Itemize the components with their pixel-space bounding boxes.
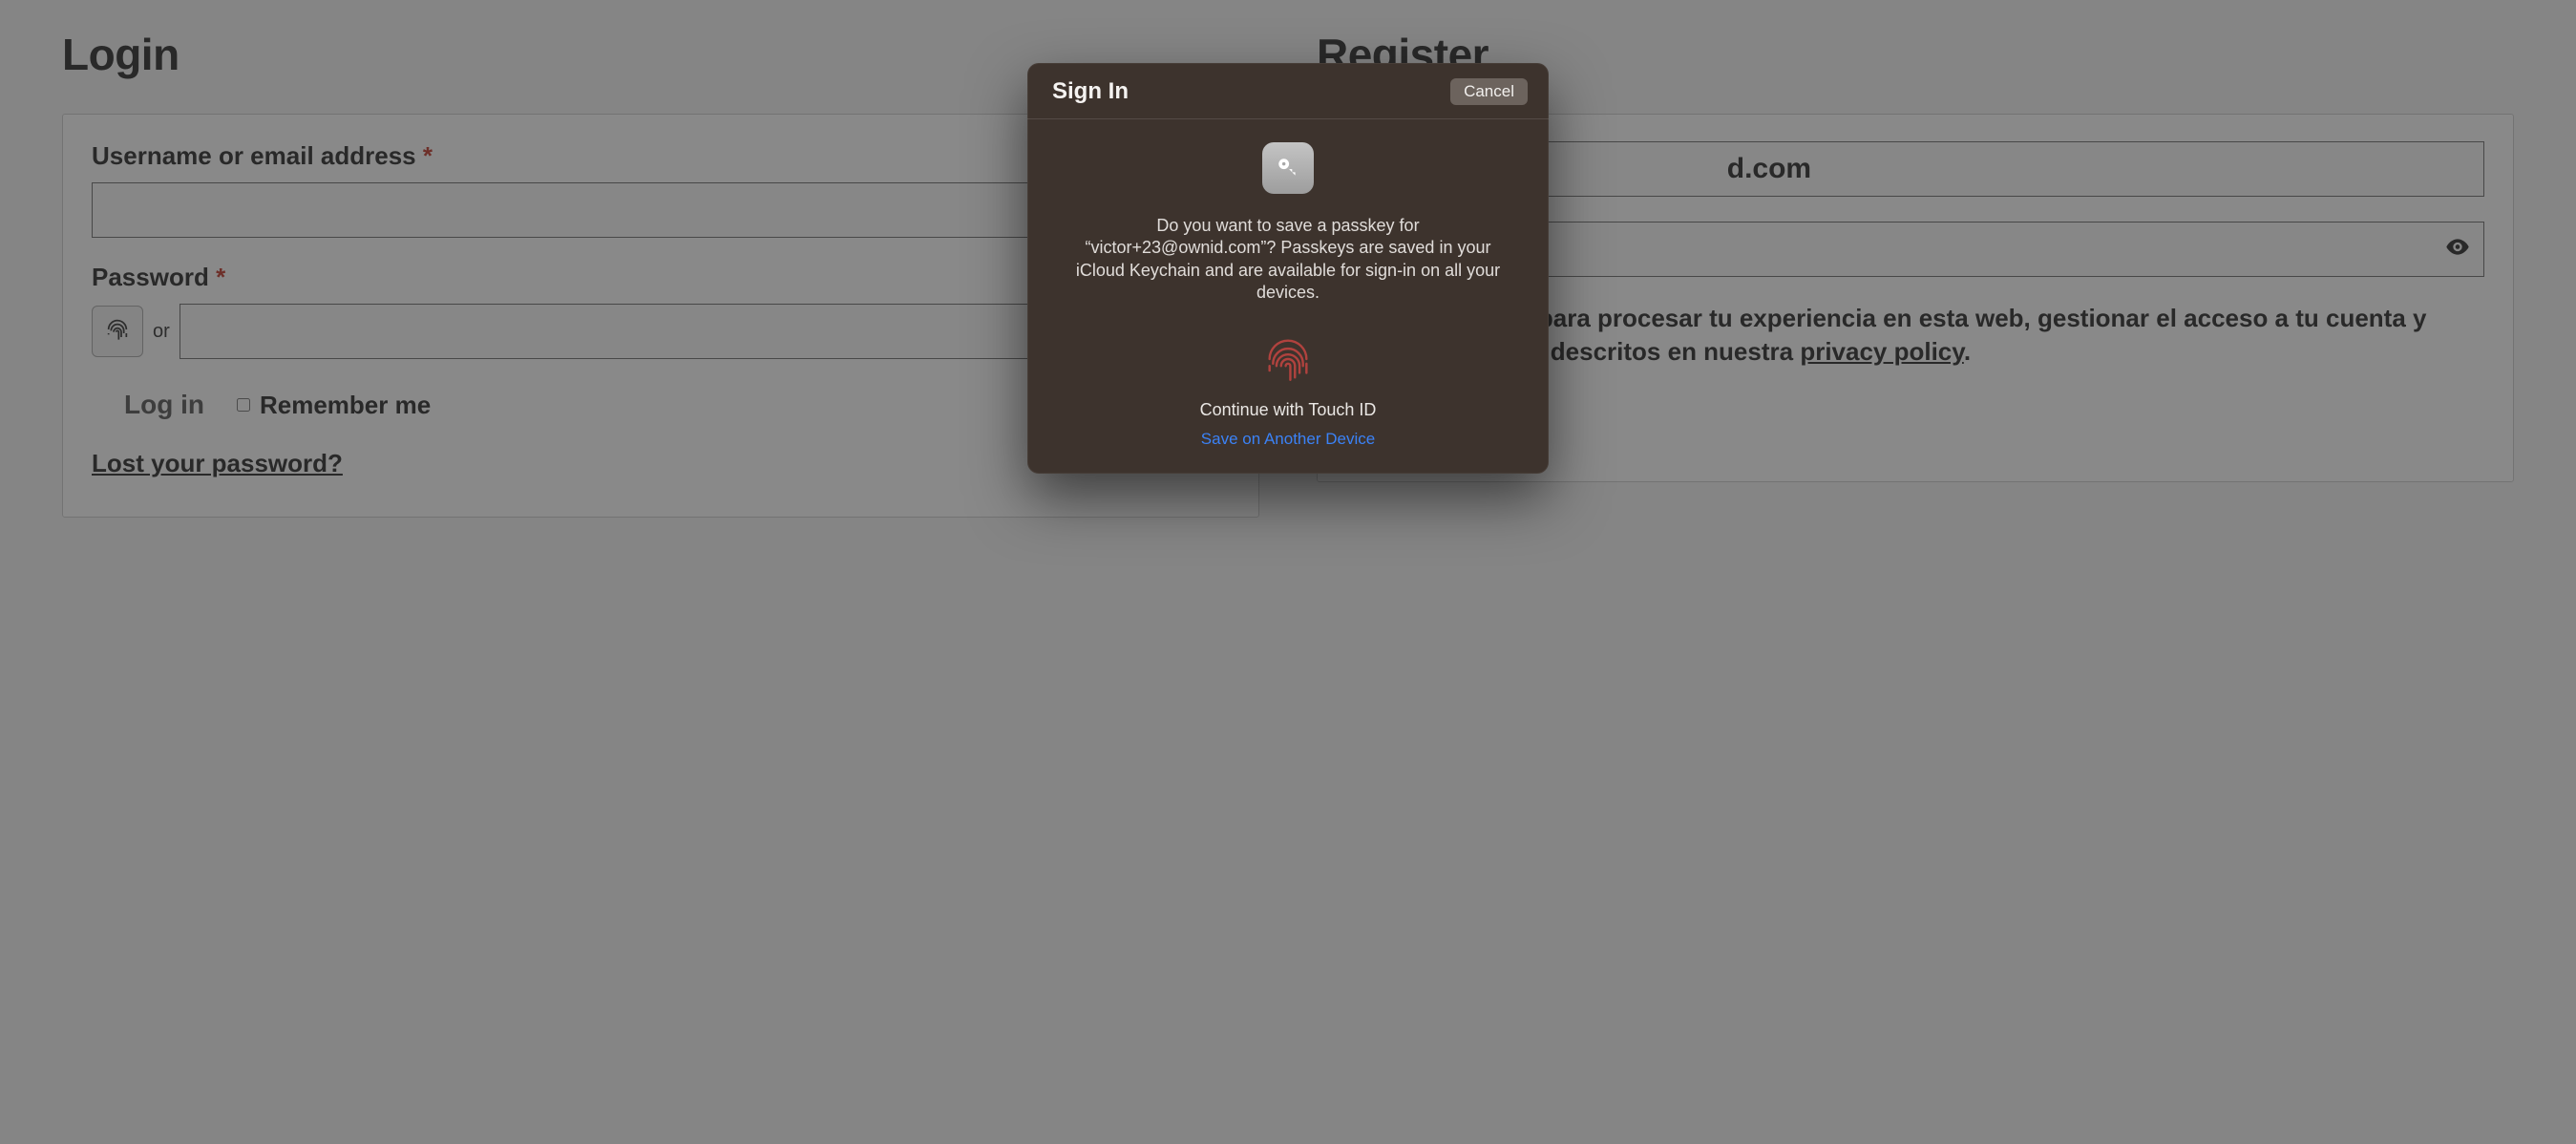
modal-body: Do you want to save a passkey for “victo…	[1027, 119, 1549, 474]
touchid-icon[interactable]	[1260, 331, 1316, 387]
modal-title: Sign In	[1052, 78, 1129, 105]
modal-header: Sign In Cancel	[1027, 63, 1549, 119]
key-icon	[1262, 142, 1314, 194]
save-another-device-link[interactable]: Save on Another Device	[1201, 430, 1375, 449]
cancel-button[interactable]: Cancel	[1450, 78, 1528, 105]
continue-touchid-label: Continue with Touch ID	[1052, 400, 1524, 420]
modal-message: Do you want to save a passkey for “victo…	[1068, 215, 1508, 305]
passkey-modal: Sign In Cancel Do you want to save a pas…	[1027, 63, 1549, 474]
